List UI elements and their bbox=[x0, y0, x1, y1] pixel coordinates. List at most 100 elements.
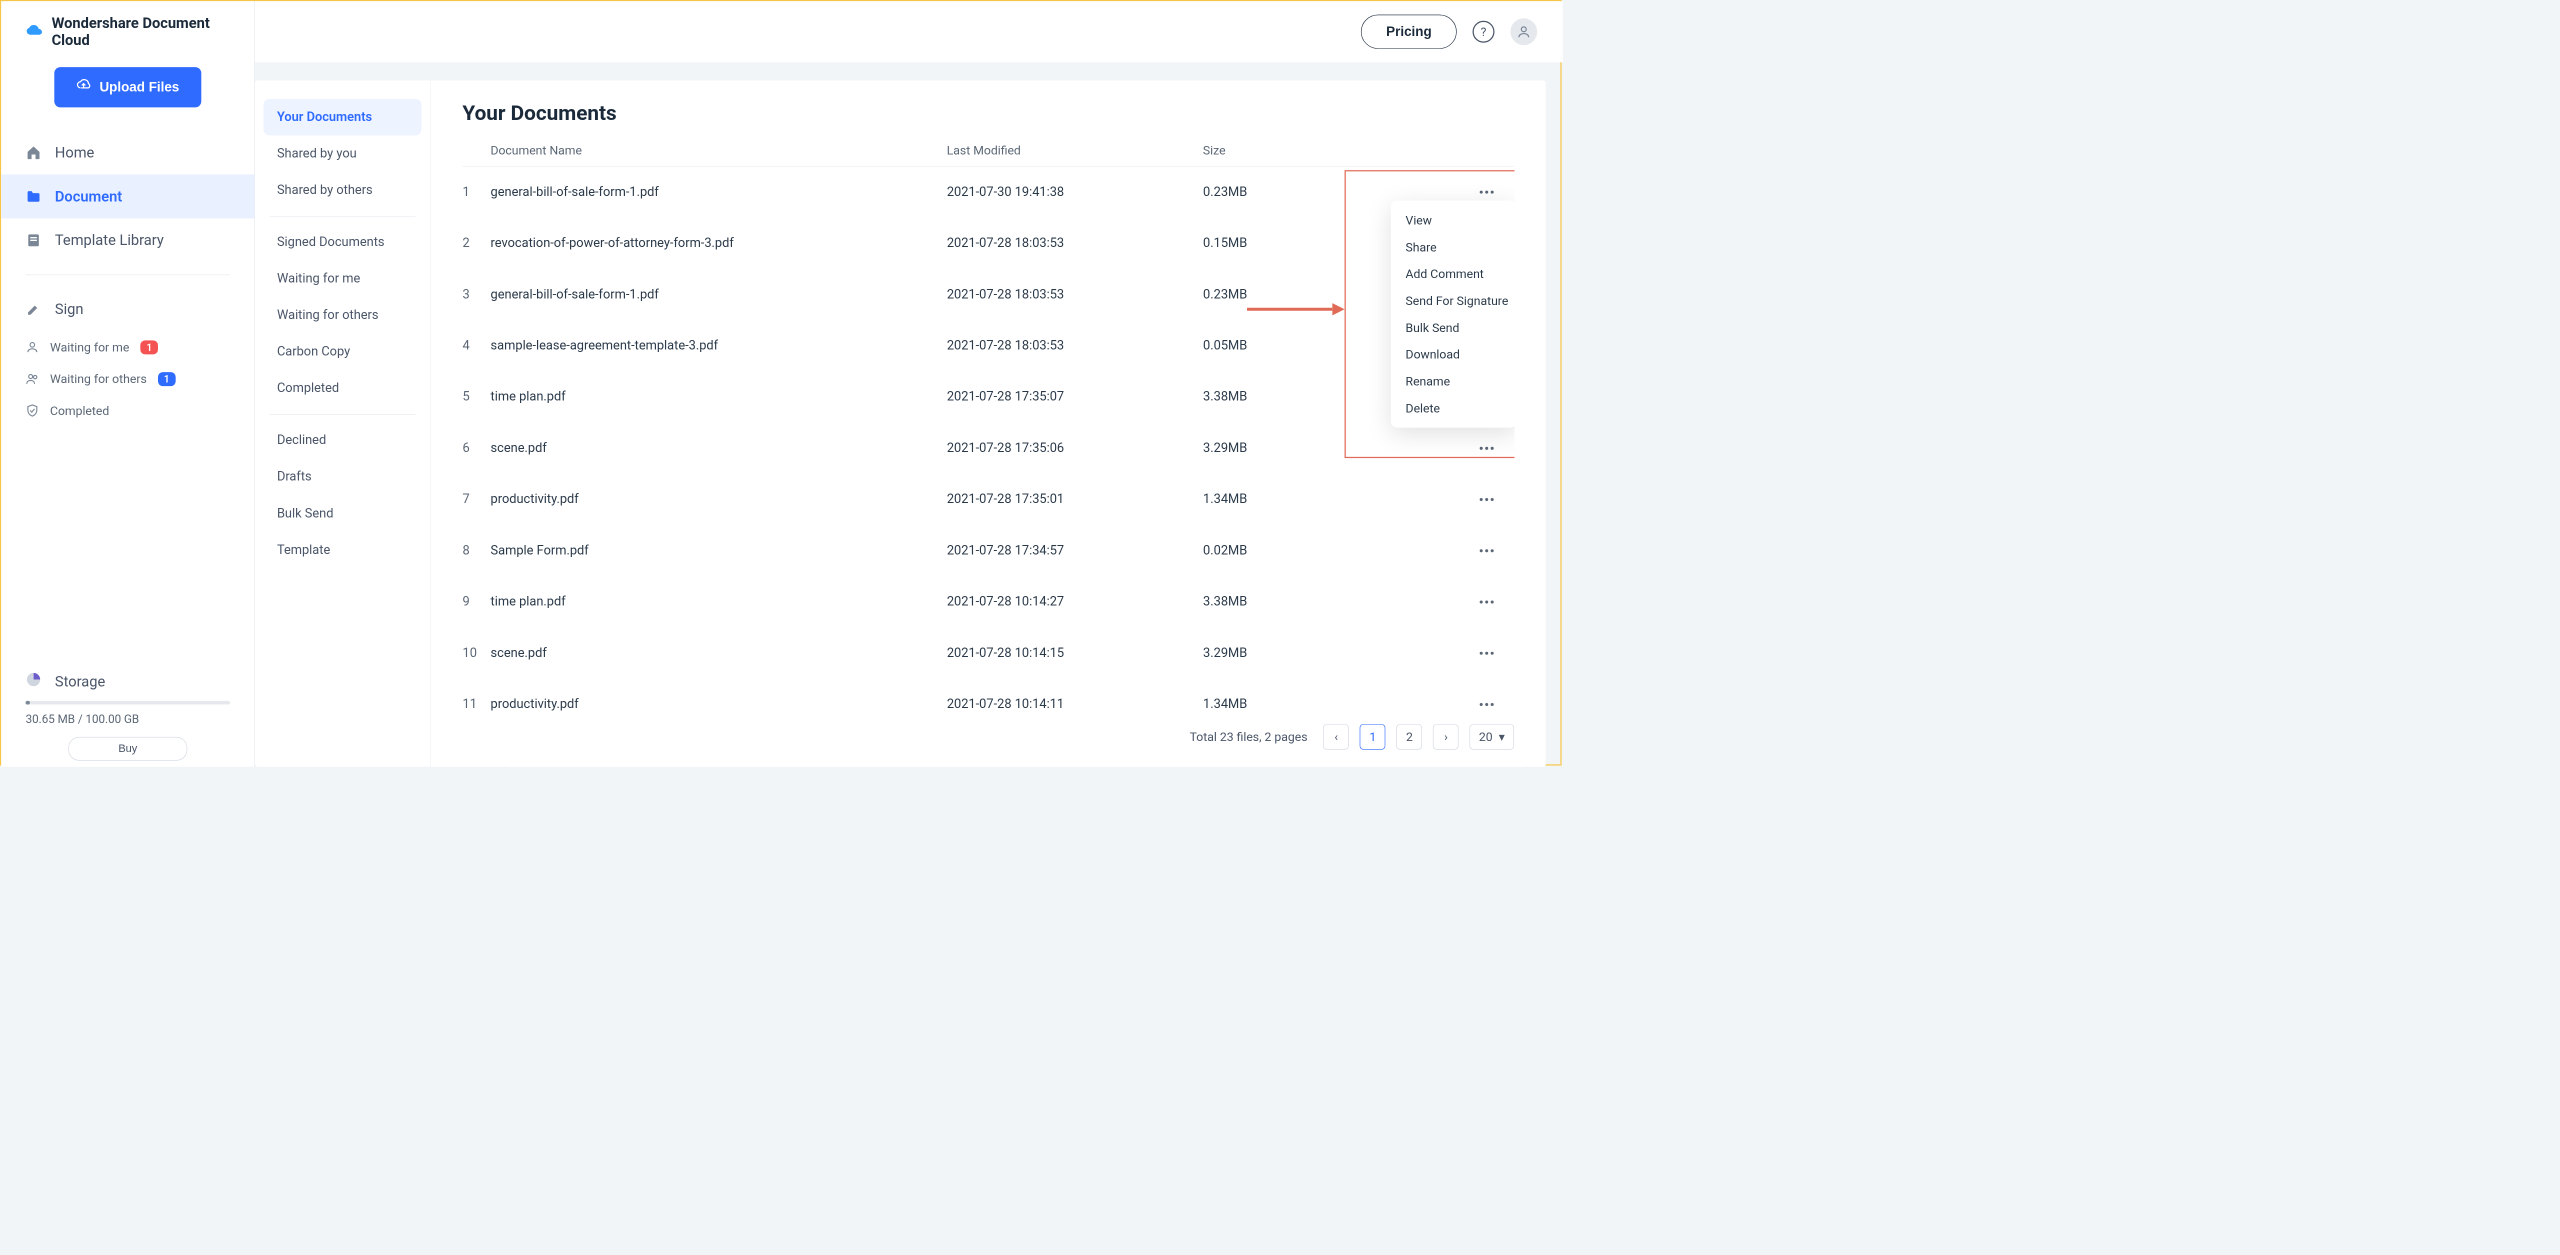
table-row[interactable]: 2revocation-of-power-of-attorney-form-3.… bbox=[462, 218, 1514, 269]
nav-home[interactable]: Home bbox=[1, 131, 254, 175]
page-prev-button[interactable]: ‹ bbox=[1323, 724, 1349, 750]
sub-shared-by-you[interactable]: Shared by you bbox=[264, 135, 422, 172]
side-nav: Home Document Template Library Sign bbox=[1, 131, 254, 427]
menu-view[interactable]: View bbox=[1391, 207, 1514, 234]
menu-add-comment[interactable]: Add Comment bbox=[1391, 260, 1514, 287]
page-next-button[interactable]: › bbox=[1433, 724, 1459, 750]
table-row[interactable]: 11productivity.pdf2021-07-28 10:14:111.3… bbox=[462, 679, 1514, 713]
table-row[interactable]: 10scene.pdf2021-07-28 10:14:153.29MB bbox=[462, 628, 1514, 679]
sub-waiting-for-others[interactable]: Waiting for others bbox=[264, 297, 422, 334]
table-row[interactable]: 4sample-lease-agreement-template-3.pdf20… bbox=[462, 320, 1514, 371]
row-modified: 2021-07-28 18:03:53 bbox=[947, 287, 1203, 302]
table-row[interactable]: 6scene.pdf2021-07-28 17:35:063.29MB bbox=[462, 423, 1514, 474]
cloud-logo-icon bbox=[26, 25, 43, 38]
row-actions-button[interactable] bbox=[1459, 487, 1514, 511]
storage-bar bbox=[26, 701, 230, 705]
nav-template-library[interactable]: Template Library bbox=[1, 218, 254, 262]
row-number: 5 bbox=[462, 390, 490, 405]
table-row[interactable]: 1general-bill-of-sale-form-1.pdf2021-07-… bbox=[462, 167, 1514, 218]
row-size: 3.29MB bbox=[1203, 646, 1459, 661]
upload-cloud-icon bbox=[76, 78, 91, 96]
row-number: 10 bbox=[462, 646, 490, 661]
more-horizontal-icon bbox=[1479, 651, 1495, 656]
row-number: 1 bbox=[462, 185, 490, 200]
menu-delete[interactable]: Delete bbox=[1391, 395, 1514, 422]
sub-bulk-send[interactable]: Bulk Send bbox=[264, 495, 422, 532]
sub-drafts[interactable]: Drafts bbox=[264, 459, 422, 496]
menu-share[interactable]: Share bbox=[1391, 234, 1514, 261]
chevron-down-icon: ▾ bbox=[1499, 730, 1505, 745]
row-doc-name: Sample Form.pdf bbox=[490, 544, 946, 559]
row-number: 7 bbox=[462, 492, 490, 507]
nav-waiting-for-others[interactable]: Waiting for others 1 bbox=[1, 363, 254, 395]
row-doc-name: sample-lease-agreement-template-3.pdf bbox=[490, 339, 946, 354]
menu-send-for-signature[interactable]: Send For Signature bbox=[1391, 287, 1514, 314]
waiting-others-badge: 1 bbox=[158, 372, 176, 386]
row-doc-name: time plan.pdf bbox=[490, 595, 946, 610]
row-actions-button[interactable] bbox=[1459, 539, 1514, 563]
table-body[interactable]: View Share Add Comment Send For Signatur… bbox=[462, 167, 1514, 714]
buy-button[interactable]: Buy bbox=[68, 737, 187, 761]
storage-label: Storage bbox=[55, 673, 105, 690]
brand: Wondershare Document Cloud bbox=[1, 15, 254, 67]
row-doc-name: time plan.pdf bbox=[490, 390, 946, 405]
storage-section: Storage bbox=[1, 656, 254, 695]
upload-files-button[interactable]: Upload Files bbox=[54, 67, 201, 107]
help-button[interactable]: ? bbox=[1473, 21, 1495, 43]
account-avatar-button[interactable] bbox=[1510, 18, 1537, 45]
table-row[interactable]: 5time plan.pdf2021-07-28 17:35:073.38MB bbox=[462, 371, 1514, 422]
pagination-summary: Total 23 files, 2 pages bbox=[1190, 730, 1308, 745]
nav-document[interactable]: Document bbox=[1, 174, 254, 218]
more-horizontal-icon bbox=[1479, 702, 1495, 707]
row-number: 2 bbox=[462, 236, 490, 251]
brand-name: Wondershare Document Cloud bbox=[52, 15, 230, 49]
nav-templates-label: Template Library bbox=[55, 232, 164, 249]
row-modified: 2021-07-28 17:35:06 bbox=[947, 441, 1203, 456]
row-actions-button[interactable] bbox=[1459, 641, 1514, 665]
table-row[interactable]: 3general-bill-of-sale-form-1.pdf2021-07-… bbox=[462, 269, 1514, 320]
nav-home-label: Home bbox=[55, 144, 94, 161]
row-actions-button[interactable] bbox=[1459, 692, 1514, 713]
page-2-button[interactable]: 2 bbox=[1397, 724, 1423, 750]
table-row[interactable]: 8Sample Form.pdf2021-07-28 17:34:570.02M… bbox=[462, 525, 1514, 576]
row-actions-button[interactable] bbox=[1459, 436, 1514, 460]
row-doc-name: scene.pdf bbox=[490, 441, 946, 456]
user-icon bbox=[1516, 24, 1531, 39]
users-wait-icon bbox=[26, 372, 39, 385]
table-row[interactable]: 9time plan.pdf2021-07-28 10:14:273.38MB bbox=[462, 576, 1514, 627]
menu-download[interactable]: Download bbox=[1391, 341, 1514, 368]
row-size: 0.23MB bbox=[1203, 185, 1459, 200]
sub-carbon-copy[interactable]: Carbon Copy bbox=[264, 334, 422, 371]
row-actions-button[interactable] bbox=[1459, 590, 1514, 614]
nav-completed[interactable]: Completed bbox=[1, 395, 254, 427]
menu-bulk-send[interactable]: Bulk Send bbox=[1391, 314, 1514, 341]
chevron-left-icon: ‹ bbox=[1334, 730, 1338, 745]
sub-shared-by-others[interactable]: Shared by others bbox=[264, 172, 422, 209]
nav-waiting-for-me[interactable]: Waiting for me 1 bbox=[1, 331, 254, 363]
row-number: 4 bbox=[462, 339, 490, 354]
sub-waiting-for-me[interactable]: Waiting for me bbox=[264, 260, 422, 297]
template-icon bbox=[26, 232, 42, 248]
nav-sign[interactable]: Sign bbox=[1, 287, 254, 331]
sub-your-documents[interactable]: Your Documents bbox=[264, 99, 422, 136]
pricing-button[interactable]: Pricing bbox=[1361, 15, 1457, 49]
page-size-select[interactable]: 20 ▾ bbox=[1470, 724, 1514, 750]
document-sub-sidebar: Your Documents Shared by you Shared by o… bbox=[255, 81, 431, 767]
nav-waiting-others-label: Waiting for others bbox=[50, 371, 147, 386]
pie-icon bbox=[26, 672, 42, 692]
topbar: Pricing ? bbox=[255, 1, 1563, 62]
row-number: 8 bbox=[462, 544, 490, 559]
more-horizontal-icon bbox=[1479, 600, 1495, 605]
page-1-button[interactable]: 1 bbox=[1360, 724, 1386, 750]
table-row[interactable]: 7productivity.pdf2021-07-28 17:35:011.34… bbox=[462, 474, 1514, 525]
menu-rename[interactable]: Rename bbox=[1391, 368, 1514, 395]
row-modified: 2021-07-28 17:35:01 bbox=[947, 492, 1203, 507]
sub-signed-documents[interactable]: Signed Documents bbox=[264, 224, 422, 261]
sub-template[interactable]: Template bbox=[264, 532, 422, 569]
sub-completed[interactable]: Completed bbox=[264, 370, 422, 407]
col-modified: Last Modified bbox=[947, 143, 1203, 158]
sub-declined[interactable]: Declined bbox=[264, 422, 422, 459]
upload-label: Upload Files bbox=[99, 79, 179, 95]
row-size: 1.34MB bbox=[1203, 492, 1459, 507]
row-size: 0.02MB bbox=[1203, 544, 1459, 559]
